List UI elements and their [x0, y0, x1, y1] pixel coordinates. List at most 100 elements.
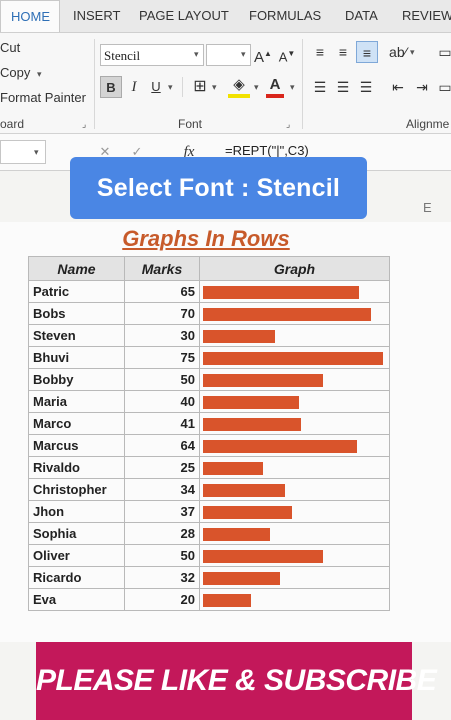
name-box[interactable] — [0, 140, 46, 164]
name-cell[interactable]: Steven — [28, 324, 125, 347]
tab-review[interactable]: REVIEW — [402, 0, 451, 32]
font-size-dropdown-icon[interactable]: ▾ — [241, 49, 246, 60]
increase-indent-icon[interactable]: ⇥ — [412, 76, 432, 98]
fill-color-icon[interactable]: ◈ — [228, 76, 250, 98]
name-cell[interactable]: Bobs — [28, 302, 125, 325]
graph-bar — [203, 352, 383, 365]
shrink-font-icon[interactable]: A▼ — [278, 43, 296, 65]
name-cell[interactable]: Eva — [28, 588, 125, 611]
marks-cell[interactable]: 64 — [124, 434, 200, 457]
graph-bar — [203, 506, 292, 519]
graph-cell[interactable] — [199, 456, 390, 479]
name-cell[interactable]: Jhon — [28, 500, 125, 523]
font-color-dropdown-icon[interactable]: ▾ — [290, 82, 295, 93]
tab-data[interactable]: DATA — [345, 0, 378, 32]
marks-cell[interactable]: 50 — [124, 544, 200, 567]
header-graph[interactable]: Graph — [199, 256, 390, 281]
sheet-title[interactable]: Graphs In Rows — [0, 226, 412, 252]
wrap-text-icon[interactable]: ▭ — [438, 41, 451, 63]
tab-home[interactable]: HOME — [0, 0, 60, 32]
format-painter-button[interactable]: Format Painter — [0, 90, 86, 105]
name-cell[interactable]: Bhuvi — [28, 346, 125, 369]
tab-insert[interactable]: INSERT — [73, 0, 120, 32]
copy-button[interactable]: Copy — [0, 65, 30, 80]
merge-center-icon[interactable]: ▭ — [438, 76, 451, 98]
grow-font-icon[interactable]: A▲ — [254, 43, 272, 66]
column-header-e[interactable]: E — [423, 200, 432, 215]
graph-cell[interactable] — [199, 412, 390, 435]
header-marks[interactable]: Marks — [124, 256, 200, 281]
marks-cell[interactable]: 30 — [124, 324, 200, 347]
marks-cell[interactable]: 41 — [124, 412, 200, 435]
name-cell[interactable]: Maria — [28, 390, 125, 413]
marks-cell[interactable]: 20 — [124, 588, 200, 611]
marks-cell[interactable]: 65 — [124, 280, 200, 303]
borders-dropdown-icon[interactable]: ▾ — [212, 82, 217, 93]
font-launcher-icon[interactable]: ⌟ — [286, 119, 290, 130]
name-cell[interactable]: Oliver — [28, 544, 125, 567]
marks-cell[interactable]: 50 — [124, 368, 200, 391]
marks-cell[interactable]: 37 — [124, 500, 200, 523]
marks-cell[interactable]: 75 — [124, 346, 200, 369]
marks-cell[interactable]: 32 — [124, 566, 200, 589]
graph-cell[interactable] — [199, 500, 390, 523]
name-box-dropdown-icon[interactable]: ▾ — [34, 147, 39, 158]
font-name-box[interactable]: Stencil — [100, 44, 204, 66]
graph-cell[interactable] — [199, 566, 390, 589]
top-align-icon[interactable]: ≡ — [310, 41, 330, 63]
borders-icon[interactable]: ⊞ — [190, 76, 210, 98]
select-font-caption: Select Font : Stencil — [70, 157, 367, 219]
underline-button[interactable]: U — [148, 76, 164, 98]
name-cell[interactable]: Marco — [28, 412, 125, 435]
graph-cell[interactable] — [199, 390, 390, 413]
graph-cell[interactable] — [199, 434, 390, 457]
bold-button[interactable]: B — [100, 76, 122, 98]
name-cell[interactable]: Bobby — [28, 368, 125, 391]
orientation-icon[interactable]: ab⁄ — [388, 41, 408, 63]
decrease-indent-icon[interactable]: ⇤ — [388, 76, 408, 98]
align-center-icon[interactable]: ☰ — [333, 76, 353, 98]
table-row: Eva 20 — [28, 588, 390, 611]
align-left-icon[interactable]: ☰ — [310, 76, 330, 98]
clipboard-launcher-icon[interactable]: ⌟ — [82, 119, 86, 130]
marks-cell[interactable]: 25 — [124, 456, 200, 479]
name-cell[interactable]: Sophia — [28, 522, 125, 545]
graph-cell[interactable] — [199, 522, 390, 545]
graph-cell[interactable] — [199, 544, 390, 567]
marks-cell[interactable]: 28 — [124, 522, 200, 545]
italic-button[interactable]: I — [126, 76, 142, 98]
name-cell[interactable]: Christopher — [28, 478, 125, 501]
table-row: Maria 40 — [28, 390, 390, 413]
graph-cell[interactable] — [199, 280, 390, 303]
graph-cell[interactable] — [199, 588, 390, 611]
formula-input[interactable]: =REPT("|",C3) — [225, 143, 309, 158]
middle-align-icon[interactable]: ≡ — [333, 41, 353, 63]
cut-button[interactable]: Cut — [0, 40, 20, 55]
name-cell[interactable]: Rivaldo — [28, 456, 125, 479]
font-color-icon[interactable]: A — [266, 76, 284, 98]
name-cell[interactable]: Patric — [28, 280, 125, 303]
underline-dropdown-icon[interactable]: ▾ — [168, 82, 173, 93]
marks-cell[interactable]: 34 — [124, 478, 200, 501]
graph-bar — [203, 528, 270, 541]
copy-dropdown-icon[interactable]: ▾ — [37, 69, 42, 80]
header-name[interactable]: Name — [28, 256, 125, 281]
marks-cell[interactable]: 70 — [124, 302, 200, 325]
name-cell[interactable]: Marcus — [28, 434, 125, 457]
bottom-align-icon[interactable]: ≡ — [356, 41, 378, 63]
graph-cell[interactable] — [199, 368, 390, 391]
tab-formulas[interactable]: FORMULAS — [249, 0, 321, 32]
fill-color-dropdown-icon[interactable]: ▾ — [254, 82, 259, 93]
table-row: Oliver 50 — [28, 544, 390, 567]
font-name-dropdown-icon[interactable]: ▾ — [194, 49, 199, 60]
graph-cell[interactable] — [199, 324, 390, 347]
graph-cell[interactable] — [199, 478, 390, 501]
marks-cell[interactable]: 40 — [124, 390, 200, 413]
tab-page-layout[interactable]: PAGE LAYOUT — [139, 0, 229, 32]
name-cell[interactable]: Ricardo — [28, 566, 125, 589]
orientation-dropdown-icon[interactable]: ▾ — [410, 47, 415, 58]
graph-cell[interactable] — [199, 346, 390, 369]
graph-cell[interactable] — [199, 302, 390, 325]
align-right-icon[interactable]: ☰ — [356, 76, 376, 98]
table-row: Jhon 37 — [28, 500, 390, 523]
